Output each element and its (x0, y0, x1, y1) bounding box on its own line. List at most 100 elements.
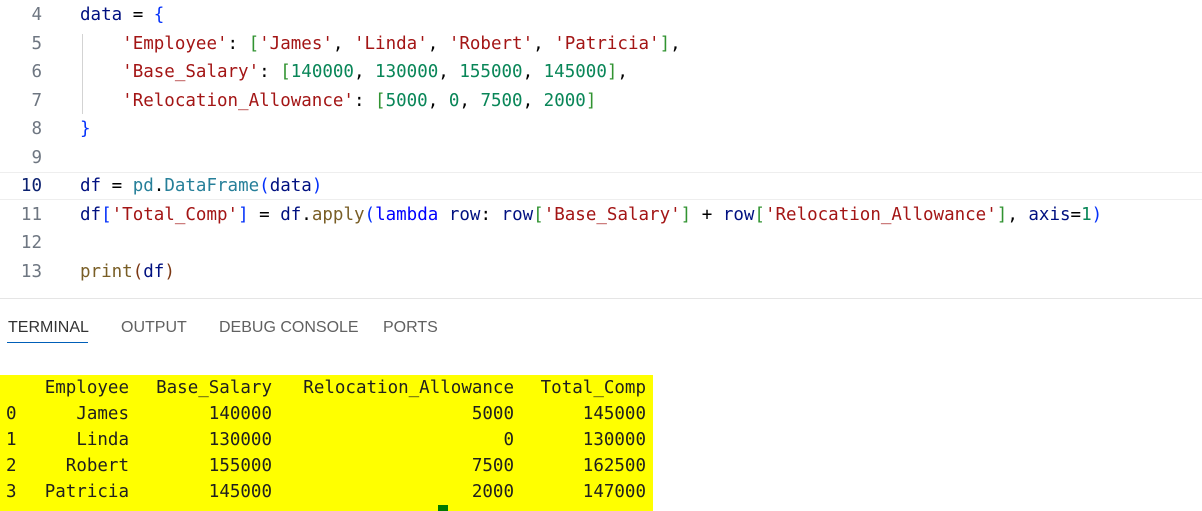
code-token: , (522, 62, 544, 82)
code-text: df = pd.DataFrame(data) (80, 176, 322, 196)
code-token: 7500 (480, 90, 523, 111)
code-line[interactable]: 7 'Relocation_Allowance': [5000, 0, 7500… (0, 87, 1202, 115)
cell-employee: Linda (76, 430, 129, 450)
code-token: = (1070, 204, 1082, 225)
cell-total-comp: 162500 (582, 456, 646, 476)
code-text: } (80, 119, 91, 139)
code-token: , (617, 62, 628, 82)
panel-tab-bar: TERMINAL OUTPUT DEBUG CONSOLE PORTS (0, 299, 1202, 345)
line-number: 10 (20, 176, 42, 196)
header-employee: Employee (44, 378, 129, 398)
line-number: 4 (31, 5, 42, 25)
code-token: ( (364, 204, 376, 225)
code-token: : (480, 204, 502, 225)
code-token: . (301, 204, 312, 225)
code-token: , (522, 90, 544, 111)
code-line[interactable]: 5 'Employee': ['James', 'Linda', 'Robert… (0, 30, 1202, 58)
cell-relocation-allowance: 2000 (471, 482, 514, 502)
code-token: } (80, 119, 91, 139)
line-number: 9 (31, 147, 42, 168)
code-token: , (427, 90, 449, 111)
tab-ports[interactable]: PORTS (383, 319, 438, 337)
code-token: [ (101, 204, 112, 225)
code-token: 'Employee' (122, 33, 228, 54)
code-token: 'James' (259, 33, 333, 54)
code-token: { (153, 5, 165, 25)
code-token: apply (311, 204, 365, 225)
cell-base-salary: 155000 (208, 456, 272, 476)
code-token: ) (1091, 204, 1103, 225)
code-token: row (448, 204, 481, 225)
code-token: 'Total_Comp' (111, 204, 239, 225)
code-line[interactable]: 10 df = pd.DataFrame(data) (0, 172, 1202, 200)
code-token: data (269, 176, 312, 196)
active-tab-indicator (7, 342, 88, 343)
code-line[interactable]: 4 data = { (0, 1, 1202, 29)
code-token: , (353, 62, 376, 82)
code-editor[interactable]: 4 data = {5 'Employee': ['James', 'Linda'… (0, 0, 1202, 298)
code-token: : (259, 62, 281, 82)
code-token: 'Patricia' (554, 33, 660, 54)
row-index: 0 (6, 404, 17, 424)
line-number: 7 (31, 90, 42, 111)
line-number: 11 (20, 204, 42, 225)
cell-base-salary: 140000 (208, 404, 272, 424)
table-row: 2 Robert 155000 7500 162500 (0, 453, 653, 479)
code-token: df (280, 204, 302, 225)
code-token: ] (606, 62, 618, 82)
code-token: ( (132, 261, 144, 282)
tab-terminal[interactable]: TERMINAL (8, 319, 89, 337)
cell-relocation-allowance: 7500 (471, 456, 514, 476)
code-token: : (227, 33, 249, 54)
code-token: , (438, 62, 460, 82)
code-token: [ (754, 204, 765, 225)
code-token: axis (1028, 204, 1071, 225)
code-token: 0 (448, 90, 460, 111)
line-number: 13 (20, 261, 42, 282)
code-text: df['Total_Comp'] = df.apply(lambda row: … (80, 205, 1102, 225)
cell-total-comp: 145000 (582, 404, 646, 424)
code-token: = (101, 176, 133, 196)
header-base-salary: Base_Salary (156, 378, 272, 398)
code-line[interactable]: 6 'Base_Salary': [140000, 130000, 155000… (0, 58, 1202, 86)
cell-base-salary: 130000 (208, 430, 272, 450)
terminal-output[interactable]: Employee Base_Salary Relocation_Allowanc… (0, 375, 653, 511)
cell-employee: Patricia (44, 482, 129, 502)
code-token: pd (132, 176, 154, 196)
code-text: 'Base_Salary': [140000, 130000, 155000, … (80, 62, 628, 82)
code-line[interactable]: 8} (0, 115, 1202, 143)
code-token: df (143, 261, 165, 282)
code-token: = (122, 5, 154, 25)
code-line[interactable]: 12 (0, 229, 1202, 257)
code-token: 'Base_Salary' (122, 62, 260, 82)
code-token: 155000 (459, 62, 523, 82)
header-relocation-allowance: Relocation_Allowance (303, 378, 514, 398)
code-token: ] (585, 90, 597, 111)
tab-debug-console[interactable]: DEBUG CONSOLE (219, 319, 359, 337)
code-token: ] (996, 204, 1008, 225)
code-token: DataFrame (164, 176, 260, 196)
table-row: 0 James 140000 5000 145000 (0, 401, 653, 427)
cell-employee: Robert (65, 456, 129, 476)
code-token: row (501, 204, 534, 225)
code-token: , (427, 33, 449, 54)
code-token: lambda (375, 204, 439, 225)
row-index: 2 (6, 456, 17, 476)
code-line[interactable]: 9 (0, 144, 1202, 172)
cell-relocation-allowance: 0 (503, 430, 514, 450)
code-token: [ (375, 90, 386, 111)
cell-base-salary: 145000 (208, 482, 272, 502)
code-line[interactable]: 11 df['Total_Comp'] = df.apply(lambda row… (0, 201, 1202, 229)
line-number: 6 (31, 62, 42, 82)
line-number: 12 (20, 233, 42, 253)
code-line[interactable]: 13 print(df) (0, 258, 1202, 286)
line-number: 8 (31, 119, 42, 139)
code-token: ) (311, 176, 323, 196)
code-token: 140000 (290, 62, 354, 82)
tab-output[interactable]: OUTPUT (121, 319, 187, 337)
code-token: , (459, 90, 481, 111)
cell-employee: James (76, 404, 129, 424)
